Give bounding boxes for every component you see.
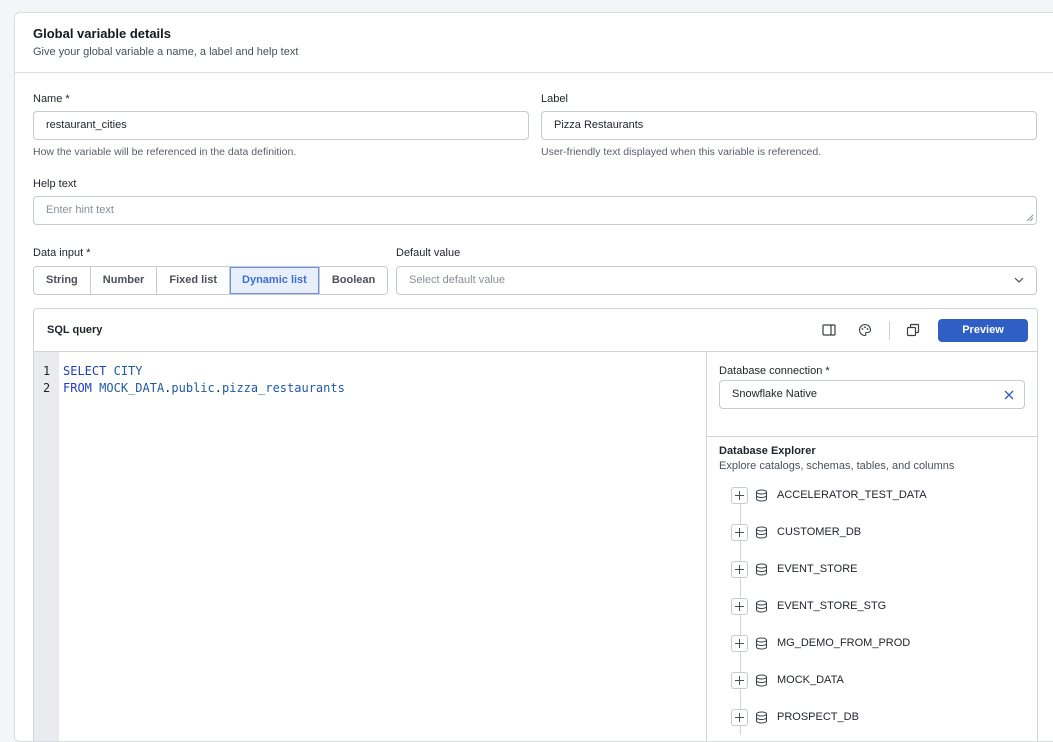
data-input-option-string[interactable]: String bbox=[34, 267, 91, 294]
tree-item[interactable]: CUSTOMER_DB bbox=[731, 523, 861, 541]
tree-item-label: EVENT_STORE bbox=[777, 563, 858, 575]
data-input-segmented-control: String Number Fixed list Dynamic list Bo… bbox=[33, 266, 389, 295]
tree-item[interactable]: ACCELERATOR_TEST_DATA bbox=[731, 486, 927, 504]
global-variable-panel: Global variable details Give your global… bbox=[14, 12, 1053, 742]
toolbar-divider bbox=[889, 321, 890, 340]
tree-item-label: MOCK_DATA bbox=[777, 674, 844, 686]
code-line-1: SELECT CITY bbox=[63, 364, 143, 378]
data-input-option-number[interactable]: Number bbox=[90, 267, 158, 294]
data-input-label: Data input * bbox=[33, 247, 91, 259]
data-input-option-fixed-list[interactable]: Fixed list bbox=[157, 267, 231, 294]
database-icon bbox=[756, 674, 767, 687]
help-text-input[interactable]: Enter hint text bbox=[33, 196, 1037, 225]
database-icon bbox=[756, 526, 767, 539]
database-connection-label: Database connection * bbox=[719, 365, 830, 377]
toggle-sidebar-icon[interactable] bbox=[821, 322, 837, 338]
page-title: Global variable details bbox=[33, 26, 171, 41]
sql-keyword: SELECT bbox=[63, 364, 107, 378]
tree-item-label: PROSPECT_DB bbox=[777, 711, 859, 723]
name-label: Name * bbox=[33, 93, 70, 105]
label-label: Label bbox=[541, 93, 568, 105]
expand-icon[interactable] bbox=[731, 634, 748, 652]
database-icon bbox=[756, 711, 767, 724]
sql-query-title: SQL query bbox=[47, 324, 103, 336]
database-icon bbox=[756, 489, 767, 502]
default-value-select[interactable]: Select default value bbox=[396, 266, 1037, 295]
data-input-option-boolean[interactable]: Boolean bbox=[319, 267, 388, 294]
default-value-placeholder: Select default value bbox=[409, 274, 506, 286]
copy-icon[interactable] bbox=[905, 322, 921, 338]
panel-header: Global variable details Give your global… bbox=[15, 13, 1053, 73]
tree-item[interactable]: PROSPECT_DB bbox=[731, 708, 859, 726]
sql-punct: . bbox=[214, 381, 222, 395]
expand-icon[interactable] bbox=[731, 486, 748, 504]
database-sidebar: Database connection * Snowflake Native D… bbox=[706, 352, 1037, 741]
label-input[interactable]: Pizza Restaurants bbox=[541, 111, 1037, 140]
clear-icon[interactable] bbox=[1004, 390, 1014, 400]
tree-item-label: ACCELERATOR_TEST_DATA bbox=[777, 489, 927, 501]
database-explorer-title: Database Explorer bbox=[719, 445, 816, 457]
sql-toolbar: SQL query Preview bbox=[34, 309, 1037, 352]
page-subtitle: Give your global variable a name, a labe… bbox=[33, 46, 299, 58]
sql-identifier: CITY bbox=[113, 364, 143, 378]
expand-icon[interactable] bbox=[731, 597, 748, 615]
database-icon bbox=[756, 563, 767, 576]
help-text-label: Help text bbox=[33, 178, 77, 190]
palette-icon[interactable] bbox=[857, 322, 873, 338]
line-number-gutter: 1 2 bbox=[34, 352, 59, 741]
database-explorer-subtitle: Explore catalogs, schemas, tables, and c… bbox=[719, 460, 955, 472]
label-hint: User-friendly text displayed when this v… bbox=[541, 146, 822, 158]
database-icon bbox=[756, 600, 767, 613]
code-line-2: FROM MOCK_DATA.public.pizza_restaurants bbox=[63, 381, 345, 395]
data-input-option-dynamic-list[interactable]: Dynamic list bbox=[230, 267, 320, 294]
expand-icon[interactable] bbox=[731, 523, 748, 541]
name-hint: How the variable will be referenced in t… bbox=[33, 146, 297, 158]
expand-icon[interactable] bbox=[731, 671, 748, 689]
expand-icon[interactable] bbox=[731, 708, 748, 726]
help-text-placeholder: Enter hint text bbox=[46, 204, 114, 216]
sql-keyword: FROM bbox=[63, 381, 92, 395]
tree-item[interactable]: MOCK_DATA bbox=[731, 671, 844, 689]
sql-query-panel: SQL query Preview 1 2 SELECT CITY FROM M… bbox=[33, 308, 1038, 741]
name-input[interactable]: restaurant_cities bbox=[33, 111, 529, 140]
database-icon bbox=[756, 637, 767, 650]
tree-item[interactable]: EVENT_STORE_STG bbox=[731, 597, 886, 615]
sql-identifier: public bbox=[171, 381, 215, 395]
sql-identifier: MOCK_DATA bbox=[99, 381, 165, 395]
database-connection-select[interactable]: Snowflake Native bbox=[719, 380, 1025, 409]
preview-button[interactable]: Preview bbox=[938, 319, 1028, 342]
tree-item-label: CUSTOMER_DB bbox=[777, 526, 862, 538]
database-connection-value: Snowflake Native bbox=[732, 388, 817, 400]
expand-icon[interactable] bbox=[731, 560, 748, 578]
line-number: 2 bbox=[43, 381, 51, 395]
tree-item-label: MG_DEMO_FROM_PROD bbox=[777, 637, 911, 649]
resize-handle-icon[interactable] bbox=[1026, 214, 1034, 222]
tree-item[interactable]: MG_DEMO_FROM_PROD bbox=[731, 634, 910, 652]
sql-identifier: pizza_restaurants bbox=[222, 381, 345, 395]
sql-editor[interactable]: 1 2 SELECT CITY FROM MOCK_DATA.public.pi… bbox=[34, 352, 706, 741]
database-connection-section: Database connection * Snowflake Native bbox=[707, 352, 1037, 437]
tree-item[interactable]: EVENT_STORE bbox=[731, 560, 858, 578]
line-number: 1 bbox=[43, 364, 51, 378]
tree-item-label: EVENT_STORE_STG bbox=[777, 600, 887, 612]
chevron-down-icon bbox=[1014, 277, 1024, 283]
default-value-label: Default value bbox=[396, 247, 461, 259]
